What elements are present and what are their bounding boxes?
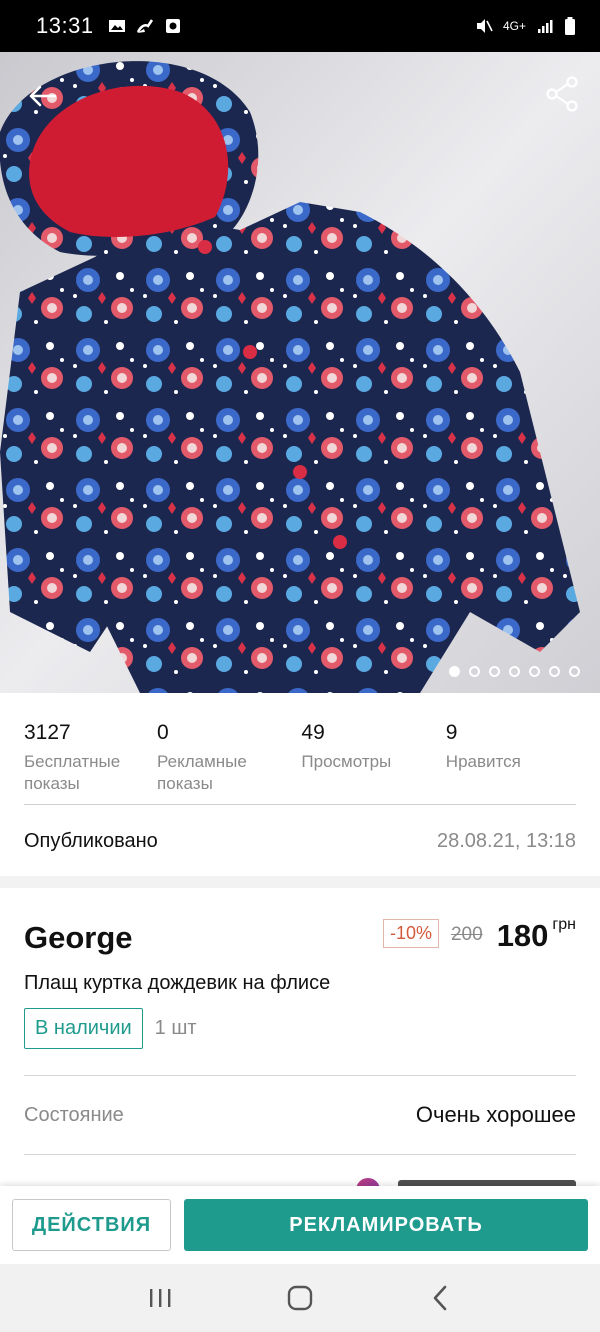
discount-badge: -10% — [382, 919, 439, 948]
stat-value: 0 — [157, 721, 169, 744]
home-icon — [287, 1285, 313, 1311]
product-image[interactable] — [0, 52, 600, 693]
stats-row: 3127 Бесплатные показы 0 Рекламные показ… — [24, 693, 576, 805]
page-dot[interactable] — [489, 666, 500, 677]
status-right-icons: 4G+ — [475, 17, 576, 35]
stat-value: 49 — [301, 721, 325, 744]
stat-label: Нравится — [445, 752, 521, 771]
published-date: 28.08.21, 13:18 — [436, 829, 576, 852]
status-bar: 13:31 4G+ — [0, 0, 600, 52]
page-dot[interactable] — [449, 666, 460, 677]
network-type: 4G+ — [502, 19, 526, 33]
current-price: 180 — [496, 918, 549, 953]
quantity: 1 шт — [154, 1016, 197, 1039]
recent-apps-button[interactable] — [130, 1278, 190, 1318]
system-back-button[interactable] — [410, 1278, 470, 1318]
condition-row: Состояние Очень хорошее — [24, 1075, 576, 1155]
jacket-photo — [0, 52, 600, 693]
mute-icon — [476, 19, 493, 33]
condition-value: Очень хорошее — [415, 1102, 576, 1127]
image-pagination — [449, 666, 580, 677]
section-divider — [0, 876, 600, 888]
arrow-left-icon — [29, 85, 57, 107]
product-title: Плащ куртка дождевик на флисе — [24, 972, 331, 994]
back-button[interactable] — [22, 78, 62, 114]
stat-label: Бесплатные показы — [24, 752, 121, 793]
stat-value: 3127 — [24, 721, 71, 744]
home-button[interactable] — [270, 1278, 330, 1318]
recent-apps-icon — [150, 1289, 171, 1307]
currency: грн — [552, 916, 576, 933]
stat-ad-impressions: 0 Рекламные показы — [157, 693, 301, 804]
availability-badge: В наличии — [24, 1007, 143, 1049]
product-header: George -10% 200 180 грн — [24, 900, 576, 970]
page-dot[interactable] — [569, 666, 580, 677]
system-nav-bar — [0, 1264, 600, 1332]
product-brand: George — [24, 920, 133, 955]
action-bar: ДЕЙСТВИЯ РЕКЛАМИРОВАТЬ — [0, 1186, 600, 1264]
stat-value: 9 — [445, 721, 458, 744]
page-dot[interactable] — [469, 666, 480, 677]
share-icon — [546, 76, 578, 112]
product-info: George -10% 200 180 грн Плащ куртка дожд… — [24, 900, 576, 1049]
record-icon — [165, 19, 180, 33]
page-dot[interactable] — [549, 666, 560, 677]
signal-icon — [538, 20, 553, 33]
stat-free-impressions: 3127 Бесплатные показы — [24, 693, 157, 804]
old-price: 200 — [450, 924, 483, 945]
published-row: Опубликовано 28.08.21, 13:18 — [24, 806, 576, 876]
page-dot[interactable] — [529, 666, 540, 677]
chevron-left-icon — [433, 1285, 447, 1311]
stat-views: 49 Просмотры — [301, 693, 445, 804]
battery-icon — [565, 17, 575, 35]
stat-likes: 9 Нравится — [446, 693, 576, 804]
gallery-icon — [108, 20, 125, 32]
stat-label: Просмотры — [301, 752, 392, 771]
price-block: -10% 200 180 грн — [382, 916, 576, 954]
promote-button[interactable]: РЕКЛАМИРОВАТЬ — [184, 1199, 588, 1251]
availability-row: В наличии 1 шт — [24, 1007, 576, 1049]
page-dot[interactable] — [509, 666, 520, 677]
actions-button[interactable]: ДЕЙСТВИЯ — [12, 1199, 171, 1251]
status-left-icons — [108, 18, 182, 34]
broom-icon — [136, 19, 153, 33]
condition-label: Состояние — [24, 1103, 124, 1126]
stat-label: Рекламные показы — [157, 752, 247, 793]
status-time: 13:31 — [36, 13, 94, 38]
share-button[interactable] — [542, 74, 582, 114]
published-label: Опубликовано — [24, 829, 158, 852]
